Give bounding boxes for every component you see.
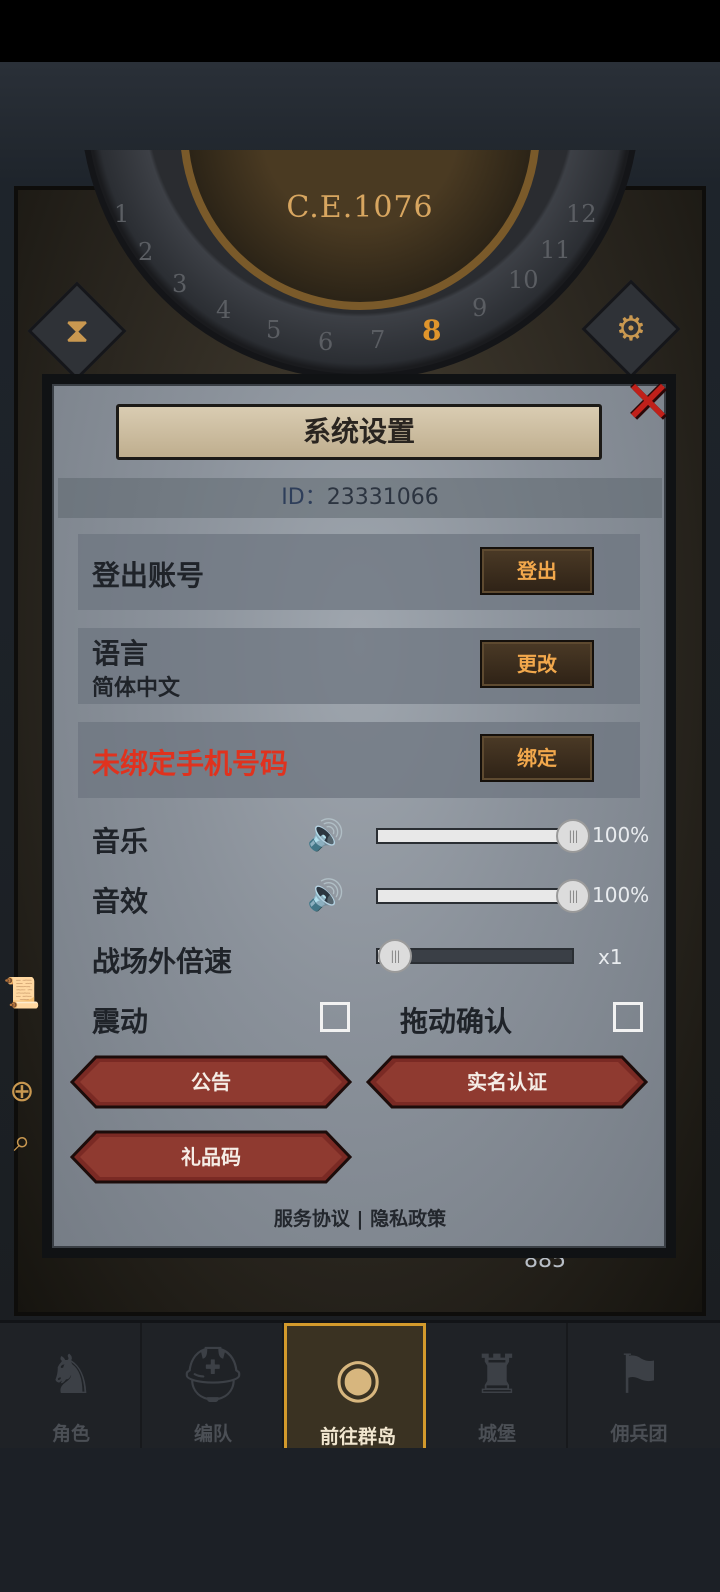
drag-confirm-checkbox[interactable]: [613, 1002, 643, 1032]
sfx-slider-knob[interactable]: |||: [556, 879, 590, 913]
link-separator: |: [356, 1208, 364, 1230]
legal-links: 服务协议 | 隐私政策: [0, 1204, 720, 1231]
bottom-nav: ♞ 角色 ⛑ 编队 ◉ 前往群岛 ♜ 城堡 ⚑ 佣兵团: [0, 1320, 720, 1451]
nav-item-islands[interactable]: ◉ 前往群岛: [284, 1323, 426, 1451]
nav-label: 编队: [193, 1423, 232, 1445]
bind-phone-button[interactable]: 绑定: [480, 734, 594, 782]
nav-item-character[interactable]: ♞ 角色: [0, 1323, 142, 1451]
music-label: 音乐: [92, 825, 149, 858]
nav-label: 佣兵团: [610, 1423, 668, 1445]
music-slider[interactable]: |||: [376, 819, 590, 853]
dial-number: 10: [508, 266, 539, 294]
phone-row: 未绑定手机号码 绑定: [78, 722, 640, 798]
change-language-button[interactable]: 更改: [480, 640, 594, 688]
realname-button[interactable]: 实名认证: [366, 1055, 648, 1109]
vibration-checkbox[interactable]: [320, 1002, 350, 1032]
gift-code-button-label: 礼品码: [181, 1145, 241, 1169]
logout-label: 登出账号: [92, 559, 205, 592]
notice-button[interactable]: 公告: [70, 1055, 352, 1109]
sfx-slider-fill: [378, 890, 572, 902]
globe-icon: ◉: [334, 1346, 382, 1409]
helmet-icon: ⛑: [178, 1343, 248, 1406]
gear-icon[interactable]: ⚙: [596, 294, 666, 364]
music-slider-knob[interactable]: |||: [556, 819, 590, 853]
dial-number: 3: [172, 270, 188, 298]
knight-icon: ♞: [46, 1343, 96, 1406]
speed-slider[interactable]: |||: [376, 939, 574, 973]
realname-button-label: 实名认证: [467, 1070, 547, 1094]
drag-confirm-label: 拖动确认: [400, 1005, 513, 1038]
bottom-padding: [0, 1448, 720, 1592]
language-value: 简体中文: [92, 676, 181, 701]
user-id-value: 23331066: [326, 485, 439, 510]
sfx-percent: 100%: [592, 883, 650, 907]
nav-label: 前往群岛: [319, 1426, 396, 1448]
sfx-slider[interactable]: |||: [376, 879, 590, 913]
speed-value: x1: [598, 945, 623, 969]
dial-number: 11: [540, 236, 571, 264]
close-button[interactable]: ✕: [620, 373, 676, 432]
dial-number: 7: [370, 326, 386, 354]
speed-slider-knob[interactable]: |||: [378, 939, 412, 973]
castle-icon: ♜: [472, 1343, 522, 1406]
search-icon[interactable]: ⌕: [0, 1120, 44, 1164]
compass-icon[interactable]: ⊕: [0, 1070, 44, 1114]
nav-item-mercenary[interactable]: ⚑ 佣兵团: [568, 1323, 710, 1451]
dial-number: 6: [318, 328, 334, 356]
speaker-icon[interactable]: 🔊: [304, 816, 348, 856]
terms-link[interactable]: 服务协议: [274, 1208, 350, 1230]
music-percent: 100%: [592, 823, 650, 847]
logout-button[interactable]: 登出: [480, 547, 594, 595]
notice-button-label: 公告: [191, 1070, 231, 1094]
dial-number: 9: [472, 294, 488, 322]
sfx-label: 音效: [92, 885, 149, 918]
gift-code-button[interactable]: 礼品码: [70, 1130, 352, 1184]
privacy-link[interactable]: 隐私政策: [370, 1208, 446, 1230]
dial-number: 12: [566, 200, 597, 228]
nav-item-formation[interactable]: ⛑ 编队: [142, 1323, 284, 1451]
mercenary-icon: ⚑: [614, 1343, 664, 1406]
music-slider-fill: [378, 830, 572, 842]
speaker-icon[interactable]: 🔊: [304, 876, 348, 916]
hourglass-icon[interactable]: ⧗: [42, 296, 112, 366]
dial-number: 5: [266, 316, 282, 344]
user-id-bar: ID：23331066: [58, 478, 662, 518]
nav-label: 角色: [51, 1423, 90, 1445]
logout-row: 登出账号 登出: [78, 534, 640, 610]
phone-unbound-label: 未绑定手机号码: [92, 747, 289, 780]
dial-number: 4: [216, 296, 232, 324]
speed-label: 战场外倍速: [92, 945, 233, 978]
dial-number: 1: [114, 200, 130, 228]
nav-item-castle[interactable]: ♜ 城堡: [426, 1323, 568, 1451]
dialog-title: 系统设置: [116, 404, 602, 460]
vibration-label: 震动: [92, 1005, 149, 1038]
language-row: 语言 简体中文 更改: [78, 628, 640, 704]
nav-label: 城堡: [477, 1423, 516, 1445]
dial-number: 2: [138, 238, 154, 266]
dial-number-active: 8: [422, 314, 442, 347]
scroll-icon[interactable]: 📜: [0, 972, 44, 1016]
user-id-label: ID：: [281, 485, 327, 510]
language-label: 语言: [92, 637, 149, 670]
